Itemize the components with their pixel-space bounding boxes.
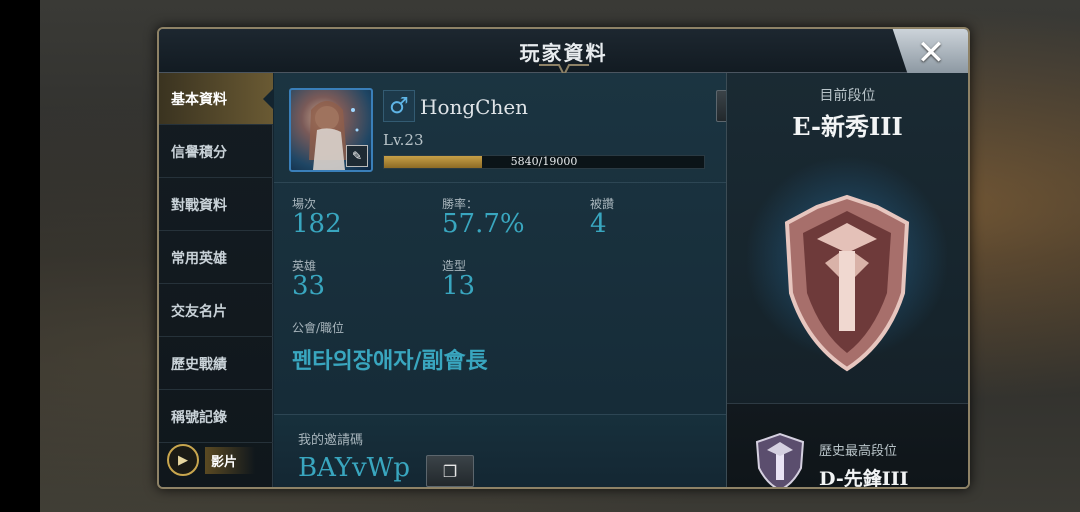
- player-level: Lv.23: [383, 131, 424, 149]
- sidebar-item-basic-info[interactable]: 基本資料: [159, 73, 273, 125]
- rank-panel: 目前段位 E-新秀III 歷史最高段位 D-先鋒III: [726, 73, 968, 487]
- close-button[interactable]: ✕: [908, 33, 954, 73]
- profile-header: ✎ ♂ HongChen ✎ ❐ Lv.23 5840/19000: [274, 73, 822, 183]
- guild-value: 펜타의장애자/副會長: [292, 349, 488, 374]
- sidebar-item-title-records[interactable]: 稱號記錄: [159, 391, 273, 443]
- avatar-edit-button[interactable]: ✎: [346, 145, 368, 167]
- xp-progress-text: 5840/19000: [510, 155, 578, 168]
- copy-invite-code-button[interactable]: ❐: [426, 455, 474, 487]
- invite-code-label: 我的邀請碼: [298, 433, 364, 448]
- title-bar: 玩家資料 ✕: [159, 29, 968, 77]
- rank-shield-icon: [784, 194, 910, 372]
- xp-progress-bar: 5840/19000: [383, 155, 705, 169]
- highest-rank-label: 歷史最高段位: [819, 444, 898, 459]
- highest-rank-value: D-先鋒III: [819, 468, 909, 489]
- matches-value: 182: [292, 209, 342, 239]
- current-rank-value: E-新秀III: [792, 112, 903, 141]
- sidebar-item-match-history[interactable]: 歷史戰績: [159, 338, 273, 390]
- invite-code-value: BAYvWp: [298, 453, 411, 483]
- stats-section: 場次 182 勝率： 57.7% 被讚 4 英雄 33 造型 13 公會/職位 …: [274, 183, 726, 415]
- skins-value: 13: [442, 271, 476, 301]
- invite-code-section: 我的邀請碼 BAYvWp ❐: [274, 415, 726, 487]
- sidebar-item-battle-data[interactable]: 對戰資料: [159, 179, 273, 231]
- current-rank-label: 目前段位: [819, 88, 876, 104]
- sidebar-item-label: 歷史戰績: [171, 356, 227, 373]
- edit-icon: ✎: [351, 149, 363, 163]
- play-icon: ▶: [167, 444, 199, 476]
- avatar[interactable]: ✎: [289, 88, 373, 172]
- sidebar-item-label: 基本資料: [171, 91, 227, 108]
- dialog-title: 玩家資料: [519, 41, 608, 65]
- winrate-value: 57.7%: [442, 209, 525, 239]
- player-name: HongChen: [420, 95, 529, 119]
- male-icon: ♂: [383, 90, 415, 122]
- sidebar-item-label: 對戰資料: [171, 197, 227, 214]
- main-content: ✎ ♂ HongChen ✎ ❐ Lv.23 5840/19000 場次 182…: [274, 73, 822, 487]
- highest-rank-section: 歷史最高段位 D-先鋒III: [727, 403, 968, 487]
- sidebar-item-label: 稱號記錄: [171, 409, 227, 426]
- sidebar-item-favorite-heroes[interactable]: 常用英雄: [159, 232, 273, 284]
- sidebar-item-label: 信譽積分: [171, 144, 227, 161]
- sidebar-item-label: 交友名片: [171, 303, 227, 320]
- highest-rank-shield-icon: [755, 432, 805, 487]
- copy-icon: ❐: [442, 461, 458, 481]
- sidebar-item-friend-card[interactable]: 交友名片: [159, 285, 273, 337]
- heroes-value: 33: [292, 271, 326, 301]
- sidebar-item-label: 常用英雄: [171, 250, 227, 267]
- sidebar: 基本資料 信譽積分 對戰資料 常用英雄 交友名片 歷史戰績 稱號記錄 ▶ 影片: [159, 73, 273, 487]
- guild-label: 公會/職位: [292, 321, 345, 335]
- sidebar-item-reputation[interactable]: 信譽積分: [159, 126, 273, 178]
- close-icon: ✕: [916, 33, 946, 73]
- likes-value: 4: [590, 209, 607, 239]
- video-label: 影片: [205, 446, 256, 474]
- player-profile-dialog: 玩家資料 ✕ 基本資料 信譽積分 對戰資料 常用英雄 交友名片 歷史戰績 稱號記…: [157, 27, 970, 489]
- video-button[interactable]: ▶ 影片: [167, 443, 263, 477]
